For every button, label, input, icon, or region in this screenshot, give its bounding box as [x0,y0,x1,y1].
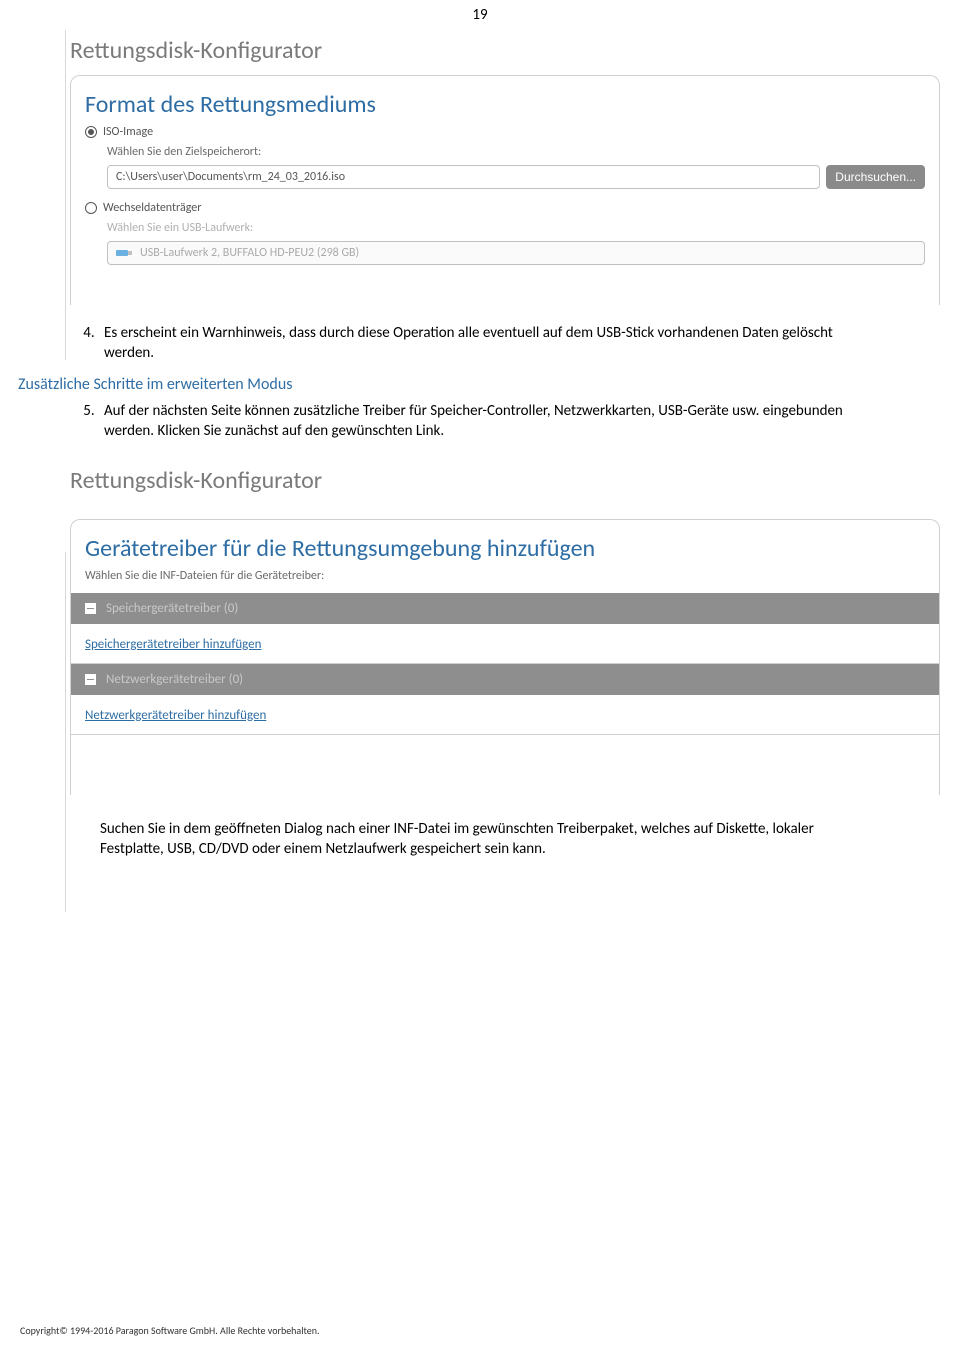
target-path-input[interactable]: C:\Users\user\Documents\rm_24_03_2016.is… [107,165,820,189]
collapse-icon [85,603,96,614]
network-driver-group-label: Netzwerkgerätetreiber (0) [106,672,243,687]
radio-removable[interactable]: Wechseldatenträger [85,201,925,215]
list-item: Netzwerkgerätetreiber hinzufügen [71,695,939,735]
decorative-rule [65,552,66,912]
usb-drive-value: USB-Laufwerk 2, BUFFALO HD-PEU2 (298 GB) [140,246,359,260]
decorative-rule [65,30,66,360]
advanced-mode-heading: Zusätzliche Schritte im erweiterten Modu… [18,374,880,396]
radio-iso-label: ISO-Image [103,125,153,139]
format-panel: Format des Rettungsmediums ISO-Image Wäh… [70,75,940,305]
copyright-footer: Copyright© 1994-2016 Paragon Software Gm… [20,1324,320,1337]
window-title-1: Rettungsdisk-Konfigurator [0,30,960,75]
radio-iso-image[interactable]: ISO-Image [85,125,925,139]
add-storage-driver-link[interactable]: Speichergerätetreiber hinzufügen [85,637,261,652]
driver-subtext: Wählen Sie die INF-Dateien für die Gerät… [71,569,939,583]
add-network-driver-link[interactable]: Netzwerkgerätetreiber hinzufügen [85,708,266,723]
radio-icon [85,202,97,214]
browse-button[interactable]: Durchsuchen... [826,165,925,189]
window-title-2: Rettungsdisk-Konfigurator [0,450,960,505]
page-number: 19 [0,0,960,30]
radio-removable-label: Wechseldatenträger [103,201,201,215]
usb-drive-icon [116,248,134,258]
collapse-icon [85,674,96,685]
driver-panel: Gerätetreiber für die Rettungsumgebung h… [70,519,940,795]
target-location-label: Wählen Sie den Zielspeicherort: [107,145,925,159]
radio-icon [85,126,97,138]
usb-drive-select: USB-Laufwerk 2, BUFFALO HD-PEU2 (298 GB) [107,241,925,265]
post-instruction-text: Suchen Sie in dem geöffneten Dialog nach… [100,819,880,860]
format-heading: Format des Rettungsmediums [85,90,925,119]
storage-driver-group-header[interactable]: Speichergerätetreiber (0) [71,593,939,624]
usb-select-label: Wählen Sie ein USB-Laufwerk: [107,221,925,235]
instruction-block: Es erscheint ein Warnhinweis, dass durch… [80,323,880,442]
list-item: Speichergerätetreiber hinzufügen [71,624,939,664]
step-5: Auf der nächsten Seite können zusätzlich… [98,401,880,442]
driver-heading: Gerätetreiber für die Rettungsumgebung h… [71,534,939,563]
step-4: Es erscheint ein Warnhinweis, dass durch… [98,323,880,364]
storage-driver-group-label: Speichergerätetreiber (0) [106,601,238,616]
network-driver-group-header[interactable]: Netzwerkgerätetreiber (0) [71,664,939,695]
